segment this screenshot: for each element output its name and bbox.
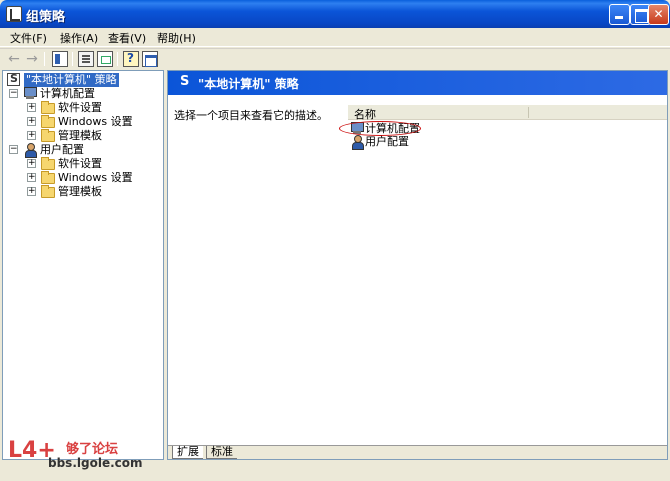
collapse-icon[interactable]: −	[9, 145, 18, 154]
user-icon	[23, 143, 37, 158]
folder-icon	[41, 185, 55, 198]
folder-icon	[41, 171, 55, 184]
view-tabs: 扩展 标准	[168, 445, 667, 459]
computer-icon	[23, 87, 37, 100]
tree-item-label[interactable]: 管理模板	[58, 185, 102, 199]
folder-icon	[41, 115, 55, 128]
view-icon[interactable]	[142, 51, 158, 67]
expand-icon[interactable]: +	[27, 159, 36, 168]
toolbar-separator	[44, 52, 45, 66]
tree-item-label[interactable]: 计算机配置	[40, 87, 95, 101]
red-highlight-ellipse	[339, 121, 421, 136]
expand-icon[interactable]: +	[27, 173, 36, 182]
title-bar[interactable]: 组策略 ✕	[0, 0, 670, 28]
app-icon	[6, 6, 22, 22]
toolbar-separator	[117, 52, 118, 66]
menu-help[interactable]: 帮助(H)	[157, 30, 196, 46]
help-icon[interactable]	[123, 51, 139, 67]
forward-arrow-icon[interactable]: →	[24, 51, 40, 67]
folder-icon	[41, 101, 55, 114]
console-tree[interactable]: "本地计算机" 策略 − 计算机配置 + 软件设置 + Windows 设置 +…	[2, 70, 164, 460]
details-header-title: "本地计算机" 策略	[198, 77, 299, 91]
policy-icon	[7, 72, 20, 86]
policy-icon	[178, 74, 192, 90]
tree-item-label[interactable]: Windows 设置	[58, 115, 133, 129]
column-name-label: 名称	[354, 108, 376, 121]
folder-icon	[41, 129, 55, 142]
close-button[interactable]: ✕	[648, 4, 669, 25]
menu-action[interactable]: 操作(A)	[60, 30, 98, 46]
tab-standard[interactable]: 标准	[206, 446, 237, 459]
toolbar: ← →	[0, 48, 670, 68]
column-header-name[interactable]: 名称	[348, 105, 667, 121]
minimize-button[interactable]	[609, 4, 630, 25]
tree-item-label[interactable]: 软件设置	[58, 157, 102, 171]
list-item-label[interactable]: 用户配置	[365, 135, 409, 149]
tree-item-label[interactable]: 用户配置	[40, 143, 84, 157]
watermark: L4+ 够了论坛 bbs.lgole.com	[8, 438, 158, 474]
expand-icon[interactable]: +	[27, 103, 36, 112]
properties-icon[interactable]	[78, 51, 94, 67]
window-title: 组策略	[26, 10, 66, 25]
menu-view[interactable]: 查看(V)	[108, 30, 146, 46]
expand-icon[interactable]: +	[27, 131, 36, 140]
tree-item-label[interactable]: 软件设置	[58, 101, 102, 115]
expand-icon[interactable]: +	[27, 117, 36, 126]
export-list-icon[interactable]	[97, 51, 113, 67]
user-icon	[350, 135, 364, 150]
back-arrow-icon[interactable]: ←	[6, 51, 22, 67]
tree-item-label[interactable]: 管理模板	[58, 129, 102, 143]
watermark-name: 够了论坛	[66, 442, 119, 457]
show-hide-tree-icon[interactable]	[52, 51, 68, 67]
menu-bar: 文件(F) 操作(A) 查看(V) 帮助(H)	[0, 28, 670, 47]
description-text: 选择一个项目来查看它的描述。	[174, 109, 328, 122]
collapse-icon[interactable]: −	[9, 89, 18, 98]
menu-file[interactable]: 文件(F)	[10, 30, 47, 46]
column-divider[interactable]	[528, 107, 529, 118]
details-pane[interactable]: "本地计算机" 策略 选择一个项目来查看它的描述。 名称 计算机配置 用户配置 …	[167, 70, 668, 460]
tab-extended[interactable]: 扩展	[172, 446, 203, 459]
tree-root-label[interactable]: "本地计算机" 策略	[24, 73, 119, 87]
expand-icon[interactable]: +	[27, 187, 36, 196]
watermark-url: bbs.lgole.com	[48, 456, 143, 470]
details-header: "本地计算机" 策略	[168, 71, 667, 95]
toolbar-separator	[72, 52, 73, 66]
folder-icon	[41, 157, 55, 170]
tree-item-label[interactable]: Windows 设置	[58, 171, 133, 185]
